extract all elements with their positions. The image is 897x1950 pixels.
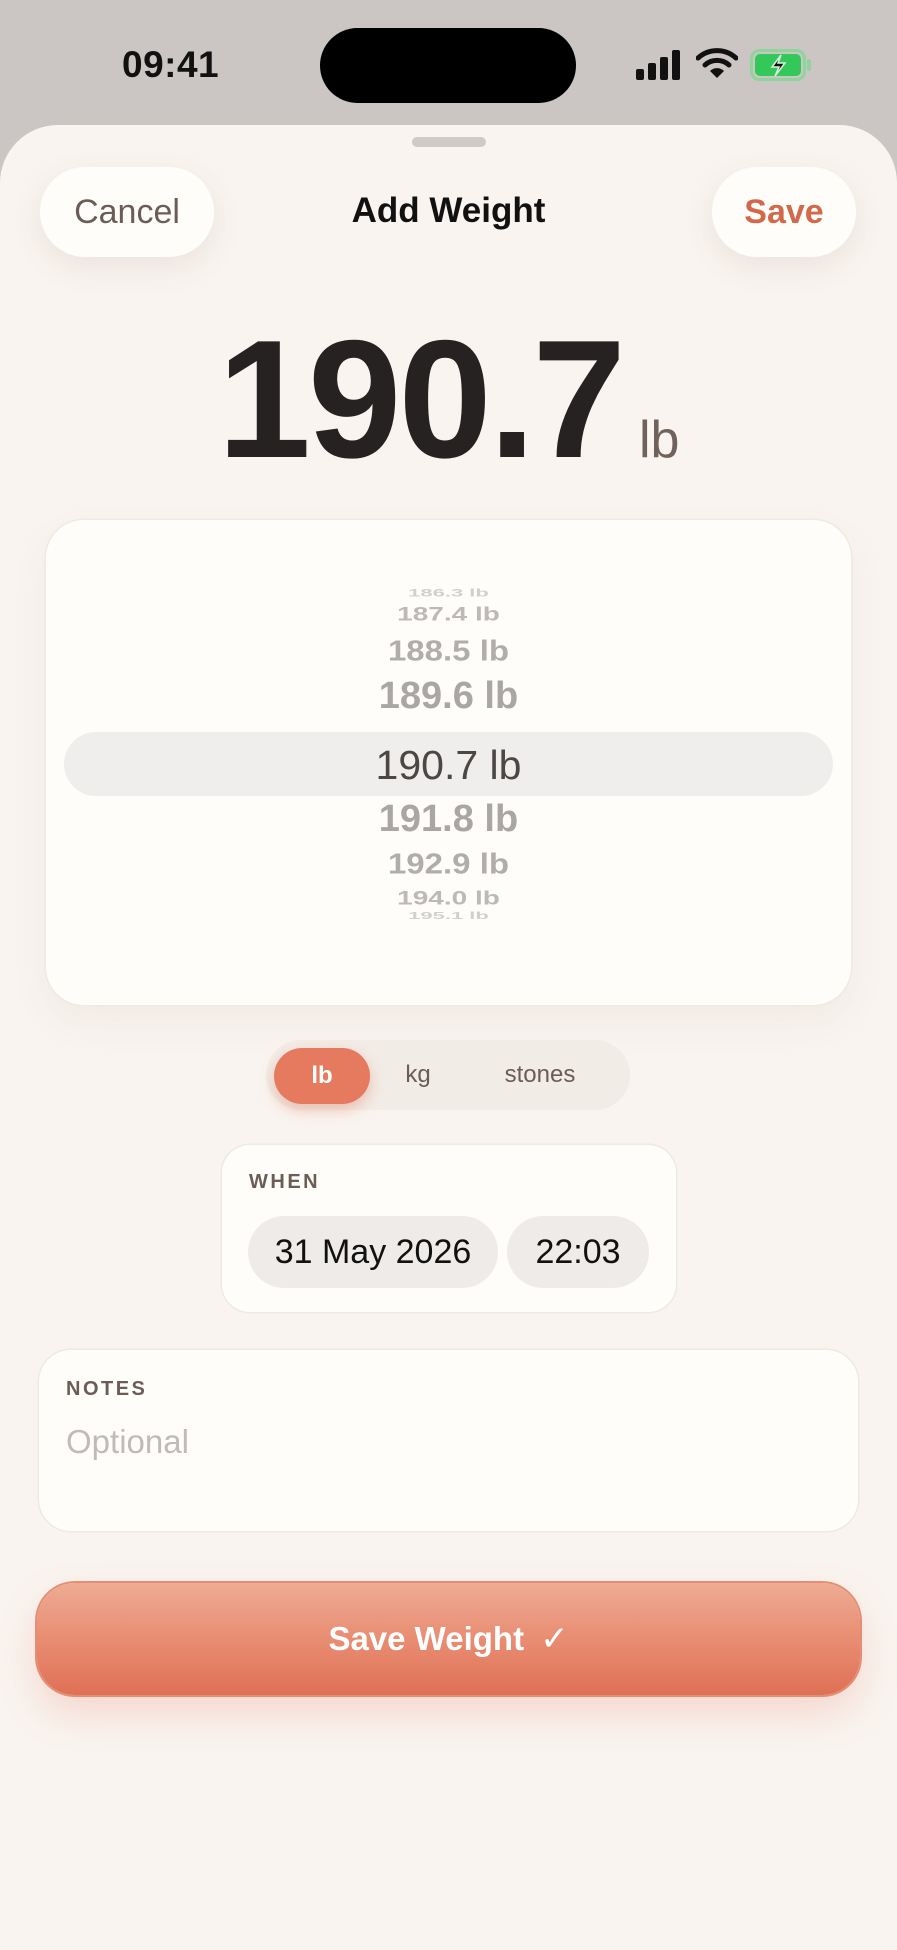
sheet-grabber[interactable]	[412, 137, 486, 147]
status-time: 09:41	[122, 44, 220, 85]
picker-item[interactable]: 187.4 lb	[46, 603, 851, 625]
picker-item[interactable]: 188.5 lb	[46, 634, 851, 667]
checkmark-icon: ✓	[540, 1620, 569, 1658]
cellular-signal-icon	[636, 50, 682, 80]
weight-picker[interactable]: 186.3 lb 187.4 lb 188.5 lb 189.6 lb 190.…	[46, 520, 851, 1005]
save-button[interactable]: Save	[712, 167, 856, 257]
unit-segmented-control: lb kg stones	[266, 1040, 630, 1110]
picker-item[interactable]: 191.8 lb	[46, 798, 851, 841]
picker-item[interactable]: 192.9 lb	[46, 847, 851, 880]
picker-item[interactable]: 195.1 lb	[46, 910, 851, 922]
save-weight-button[interactable]: Save Weight ✓	[37, 1583, 860, 1695]
save-weight-label: Save Weight	[328, 1620, 525, 1657]
picker-item[interactable]: 186.3 lb	[46, 587, 851, 600]
notes-input[interactable]	[66, 1414, 826, 1470]
unit-option-stones[interactable]: stones	[466, 1040, 614, 1110]
add-weight-sheet: Cancel Add Weight Save 190.7 lb 186.3 lb …	[0, 125, 897, 1950]
picker-item-selected[interactable]: 190.7 lb	[46, 742, 851, 789]
battery-charging-icon	[750, 49, 811, 81]
unit-option-lb[interactable]: lb	[274, 1048, 370, 1104]
notes-label: NOTES	[66, 1378, 148, 1400]
notes-card: NOTES	[39, 1350, 858, 1531]
time-picker-button[interactable]: 22:03	[507, 1216, 649, 1288]
date-picker-button[interactable]: 31 May 2026	[248, 1216, 498, 1288]
weight-value: 190.7	[217, 305, 626, 493]
status-bar: 09:41	[0, 0, 897, 125]
unit-option-kg[interactable]: kg	[376, 1040, 460, 1110]
wifi-icon	[696, 48, 738, 78]
when-label: WHEN	[249, 1171, 321, 1193]
weight-display: 190.7 lb	[0, 303, 897, 496]
dynamic-island	[320, 28, 576, 103]
weight-unit: lb	[638, 411, 680, 469]
when-card: WHEN 31 May 2026 22:03	[222, 1145, 676, 1312]
picker-item[interactable]: 194.0 lb	[46, 887, 851, 909]
picker-item[interactable]: 189.6 lb	[46, 675, 851, 718]
